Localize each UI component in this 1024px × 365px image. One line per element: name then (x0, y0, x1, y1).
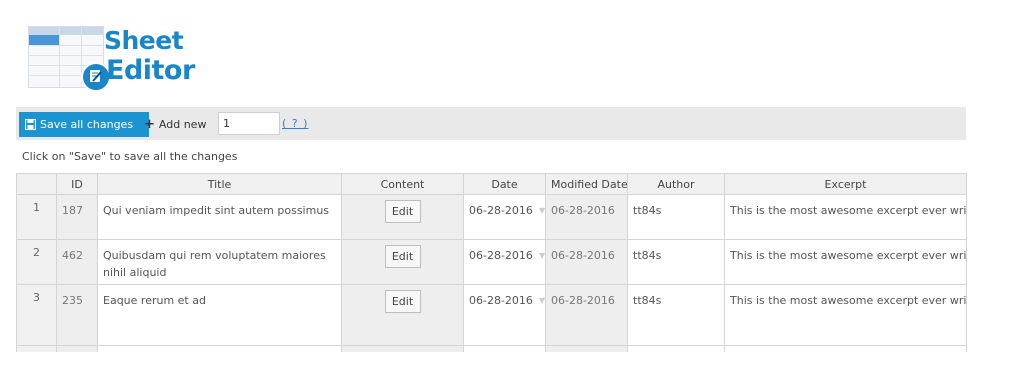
content-cell: Edit (341, 194, 464, 240)
date-cell[interactable]: 06-28-2016 ▼ (463, 194, 546, 240)
caret-down-icon[interactable]: ▼ (539, 251, 545, 260)
toolbar: Save all changes +Add new ( ? ) (16, 107, 966, 140)
column-header-author[interactable]: Author (627, 173, 725, 195)
sheet-editor-logo: Sheet Editor (28, 26, 210, 92)
help-link[interactable]: ( ? ) (282, 117, 308, 130)
excerpt-cell (724, 345, 967, 352)
table-row: 3 235 Eaque rerum et ad Edit 06-28-2016 ▼… (16, 284, 967, 346)
id-cell[interactable]: 462 (56, 239, 98, 285)
column-header-excerpt[interactable]: Excerpt (724, 173, 967, 195)
author-cell (627, 345, 725, 352)
date-value: 06-28-2016 (469, 204, 533, 217)
add-new-button[interactable]: + Add new (144, 117, 206, 132)
author-cell[interactable]: tt84s (627, 284, 725, 346)
id-cell[interactable]: 235 (56, 284, 98, 346)
modified-date-cell[interactable]: 06-28-2016 (545, 194, 628, 240)
table-row: 1 187 Qui veniam impedit sint autem poss… (16, 194, 967, 240)
edit-content-button[interactable]: Edit (384, 290, 421, 313)
row-number[interactable]: 1 (16, 194, 57, 240)
content-cell: Edit (341, 284, 464, 346)
save-hint-text: Click on "Save" to save all the changes (22, 150, 238, 163)
corner-header (16, 173, 57, 195)
author-cell[interactable]: tt84s (627, 239, 725, 285)
excerpt-cell[interactable]: This is the most awesome excerpt ever wr… (724, 194, 967, 240)
title-cell[interactable]: Quibusdam qui rem voluptatem maiores nih… (97, 239, 342, 285)
edit-content-button[interactable]: Edit (384, 245, 421, 268)
excerpt-cell[interactable]: This is the most awesome excerpt ever wr… (724, 239, 967, 285)
column-header-modified-date[interactable]: Modified Date (545, 173, 628, 195)
plus-icon: + (144, 117, 155, 132)
row-number (16, 345, 57, 352)
author-cell[interactable]: tt84s (627, 194, 725, 240)
id-cell (56, 345, 98, 352)
modified-date-cell (545, 345, 628, 352)
content-cell: Edit (341, 239, 464, 285)
title-cell (97, 345, 342, 352)
row-number[interactable]: 2 (16, 239, 57, 285)
floppy-disk-icon (24, 118, 37, 131)
logo-text-sheet: Sheet (104, 26, 184, 55)
date-value: 06-28-2016 (469, 249, 533, 262)
save-all-changes-button[interactable]: Save all changes (19, 112, 149, 137)
modified-date-cell[interactable]: 06-28-2016 (545, 284, 628, 346)
row-number[interactable]: 3 (16, 284, 57, 346)
header-row: ID Title Content Date Modified Date Auth… (16, 173, 967, 195)
logo-text-editor: Editor (106, 55, 195, 86)
column-header-title[interactable]: Title (97, 173, 342, 195)
column-header-id[interactable]: ID (56, 173, 98, 195)
add-new-count-input[interactable] (218, 112, 280, 135)
modified-date-cell[interactable]: 06-28-2016 (545, 239, 628, 285)
column-header-date[interactable]: Date (463, 173, 546, 195)
date-cell[interactable]: 06-28-2016 ▼ (463, 284, 546, 346)
add-new-label: Add new (158, 118, 207, 131)
content-cell (341, 345, 464, 352)
table-row: 2 462 Quibusdam qui rem voluptatem maior… (16, 239, 967, 285)
edit-content-button[interactable]: Edit (384, 200, 421, 223)
spreadsheet-table: ID Title Content Date Modified Date Auth… (16, 173, 967, 352)
date-cell[interactable]: 06-28-2016 ▼ (463, 239, 546, 285)
table-row-partial (16, 345, 967, 352)
save-button-label: Save all changes (40, 118, 134, 131)
date-value: 06-28-2016 (469, 294, 533, 307)
column-header-content[interactable]: Content (341, 173, 464, 195)
id-cell[interactable]: 187 (56, 194, 98, 240)
title-cell[interactable]: Eaque rerum et ad (97, 284, 342, 346)
caret-down-icon[interactable]: ▼ (539, 296, 545, 305)
excerpt-cell[interactable]: This is the most awesome excerpt ever wr… (724, 284, 967, 346)
title-cell[interactable]: Qui veniam impedit sint autem possimus (97, 194, 342, 240)
caret-down-icon[interactable]: ▼ (539, 206, 545, 215)
date-cell (463, 345, 546, 352)
